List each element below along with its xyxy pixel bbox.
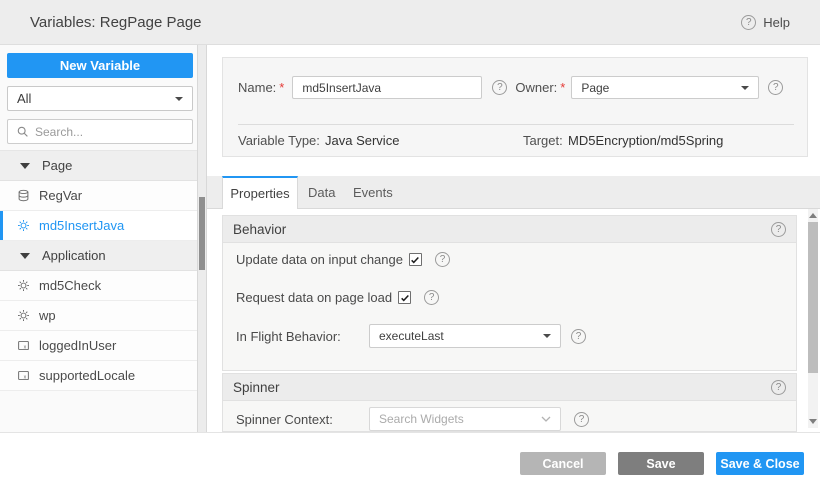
required-marker: * [560, 80, 565, 95]
tree-item-supportedlocale[interactable]: x supportedLocale [0, 361, 197, 391]
in-flight-value: executeLast [379, 329, 444, 343]
request-data-checkbox[interactable] [398, 291, 411, 304]
request-data-label: Request data on page load [236, 290, 392, 305]
properties-scrollbar-thumb[interactable] [808, 222, 818, 373]
spinner-context-combobox[interactable]: Search Widgets [369, 407, 561, 431]
dialog-footer: Cancel Save Save & Close [0, 432, 820, 487]
spinner-section-title: Spinner [233, 380, 280, 395]
behavior-section-title: Behavior [233, 222, 286, 237]
variable-type-value: Java Service [325, 133, 399, 148]
svg-text:x: x [24, 374, 27, 380]
behavior-help-icon[interactable] [771, 222, 786, 237]
variable-filter-value: All [17, 91, 31, 106]
divider [238, 124, 794, 125]
variable-type-label: Variable Type: [238, 133, 320, 148]
owner-select[interactable]: Page [571, 76, 759, 99]
help-icon [741, 15, 756, 30]
in-flight-select[interactable]: executeLast [369, 324, 561, 348]
sidebar-scrollbar-thumb[interactable] [199, 197, 205, 270]
tab-properties[interactable]: Properties [222, 176, 298, 209]
name-label: Name:* [238, 80, 284, 95]
variable-search [7, 119, 193, 144]
chevron-down-icon [541, 416, 551, 422]
target-label: Target: [523, 133, 563, 148]
properties-scrollbar[interactable] [808, 209, 818, 428]
variable-filter-select[interactable]: All [7, 86, 193, 111]
tree-item-loggedinuser[interactable]: x loggedInUser [0, 331, 197, 361]
update-data-label: Update data on input change [236, 252, 403, 267]
owner-label: Owner:* [515, 80, 565, 95]
help-link[interactable]: Help [741, 0, 790, 45]
detail-tabbar: Properties Data Events [207, 176, 820, 209]
tree-item-md5insertjava[interactable]: md5InsertJava [0, 211, 197, 241]
spinner-context-help-icon[interactable] [574, 412, 589, 427]
tree-item-regvar[interactable]: RegVar [0, 181, 197, 211]
properties-tab-content: Behavior Update data on input change Req… [207, 209, 820, 432]
variable-summary-panel: Name:* Owner:* Page Variable Type: Java … [222, 57, 808, 157]
check-icon [400, 293, 410, 303]
variables-dialog: Variables: RegPage Page Help New Variabl… [0, 0, 820, 487]
check-icon [410, 255, 420, 265]
variables-tree: Page RegVar md5InsertJava Application [0, 150, 197, 391]
svg-text:x: x [24, 344, 27, 350]
tab-data[interactable]: Data [308, 176, 335, 209]
sidebar-scrollbar[interactable] [197, 45, 207, 432]
owner-help-icon[interactable] [768, 80, 783, 95]
dialog-header: Variables: RegPage Page Help [0, 0, 820, 45]
name-input[interactable] [292, 76, 482, 99]
java-service-icon [17, 309, 30, 322]
static-variable-icon: x [17, 339, 30, 352]
tree-group-page[interactable]: Page [0, 151, 197, 181]
database-icon [17, 189, 30, 202]
java-service-icon [17, 219, 30, 232]
chevron-down-icon [175, 97, 183, 101]
chevron-down-icon [543, 334, 551, 338]
save-button[interactable]: Save [618, 452, 704, 475]
in-flight-label: In Flight Behavior: [236, 329, 369, 344]
tab-events[interactable]: Events [353, 176, 393, 209]
spinner-context-placeholder: Search Widgets [379, 412, 464, 426]
spinner-context-label: Spinner Context: [236, 412, 369, 427]
search-icon [16, 125, 29, 138]
in-flight-help-icon[interactable] [571, 329, 586, 344]
scroll-up-arrow-icon[interactable] [809, 213, 817, 218]
owner-value: Page [581, 81, 609, 95]
variable-detail-panel: Name:* Owner:* Page Variable Type: Java … [207, 45, 820, 432]
collapse-triangle-icon [20, 163, 30, 169]
search-input[interactable] [35, 125, 184, 139]
save-and-close-button[interactable]: Save & Close [716, 452, 804, 475]
new-variable-button[interactable]: New Variable [7, 53, 193, 78]
help-label: Help [763, 15, 790, 30]
page-title: Variables: RegPage Page [30, 0, 202, 45]
update-data-help-icon[interactable] [435, 252, 450, 267]
tree-item-wp[interactable]: wp [0, 301, 197, 331]
spinner-section: Spinner Spinner Context: Search Widgets [222, 373, 797, 432]
tree-group-application[interactable]: Application [0, 241, 197, 271]
required-marker: * [279, 80, 284, 95]
name-help-icon[interactable] [492, 80, 507, 95]
spinner-help-icon[interactable] [771, 380, 786, 395]
cancel-button[interactable]: Cancel [520, 452, 606, 475]
collapse-triangle-icon [20, 253, 30, 259]
variables-sidebar: New Variable All Page RegVar [0, 45, 197, 432]
chevron-down-icon [741, 86, 749, 90]
request-data-help-icon[interactable] [424, 290, 439, 305]
behavior-section: Behavior Update data on input change Req… [222, 215, 797, 371]
update-data-checkbox[interactable] [409, 253, 422, 266]
tree-item-md5check[interactable]: md5Check [0, 271, 197, 301]
static-variable-icon: x [17, 369, 30, 382]
target-value: MD5Encryption/md5Spring [568, 133, 723, 148]
scroll-down-arrow-icon[interactable] [809, 419, 817, 424]
java-service-icon [17, 279, 30, 292]
